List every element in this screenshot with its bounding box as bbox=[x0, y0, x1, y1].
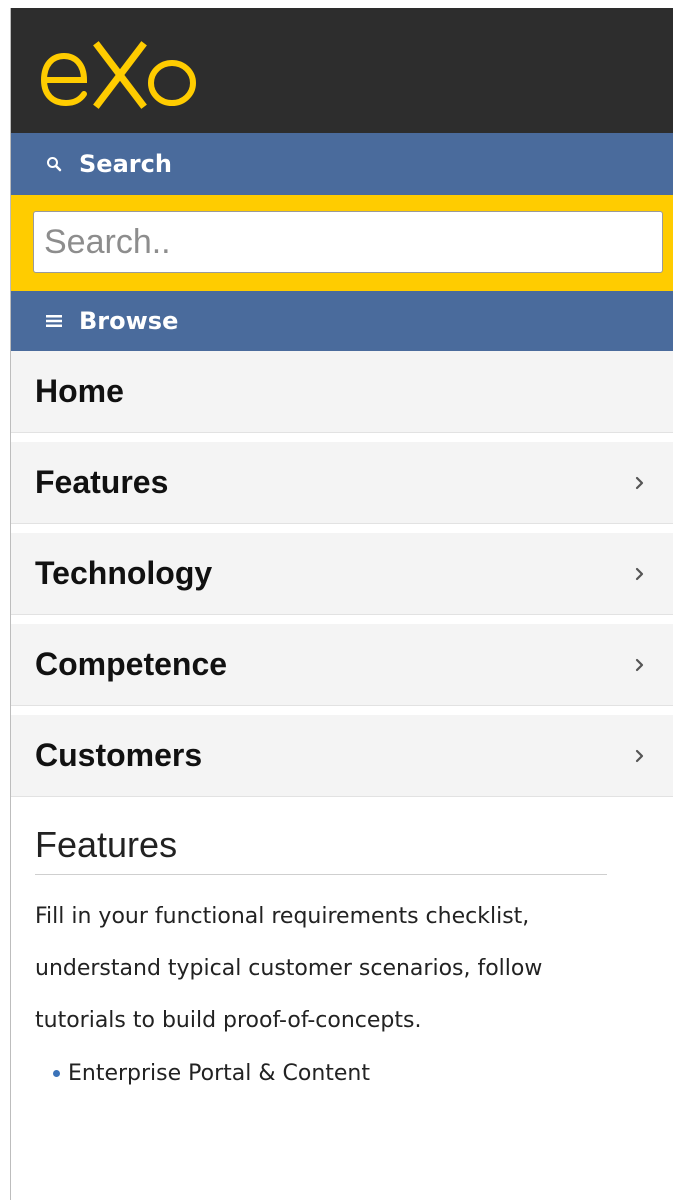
list-item[interactable]: Enterprise Portal & Content bbox=[35, 1061, 673, 1086]
top-header bbox=[11, 8, 673, 133]
list-item-label: Enterprise Portal & Content bbox=[68, 1061, 371, 1086]
nav-item-label: Competence bbox=[35, 646, 228, 682]
exo-logo-icon bbox=[40, 41, 196, 109]
nav-item-competence[interactable]: Competence bbox=[11, 624, 673, 706]
search-icon bbox=[43, 153, 65, 175]
nav-item-label: Features bbox=[35, 464, 169, 500]
nav-item-home[interactable]: Home bbox=[11, 351, 673, 433]
menu-icon bbox=[43, 310, 65, 332]
chevron-right-icon bbox=[635, 658, 644, 671]
bullet-icon bbox=[53, 1070, 60, 1077]
search-section-bar: Search bbox=[11, 133, 673, 195]
search-section-label: Search bbox=[79, 150, 172, 178]
nav-item-label: Home bbox=[35, 373, 124, 409]
exo-logo[interactable] bbox=[40, 38, 200, 114]
browse-section-label: Browse bbox=[79, 307, 179, 335]
content-body: Fill in your functional requirements che… bbox=[35, 904, 543, 1033]
nav-item-label: Customers bbox=[35, 737, 203, 773]
feature-list: Enterprise Portal & Content bbox=[35, 1061, 673, 1086]
nav-item-features[interactable]: Features bbox=[11, 442, 673, 524]
content-area: Features Fill in your functional require… bbox=[11, 806, 673, 1086]
search-input[interactable] bbox=[33, 211, 663, 273]
chevron-right-icon bbox=[635, 567, 644, 580]
browse-section-bar: Browse bbox=[11, 291, 673, 351]
chevron-right-icon bbox=[635, 749, 644, 762]
chevron-right-icon bbox=[635, 476, 644, 489]
nav-item-technology[interactable]: Technology bbox=[11, 533, 673, 615]
nav-item-customers[interactable]: Customers bbox=[11, 715, 673, 797]
nav-item-label: Technology bbox=[35, 555, 213, 591]
browse-nav: Home Features Technology Competence Cust… bbox=[11, 351, 673, 797]
search-box-container bbox=[11, 195, 673, 291]
mobile-page: Search Browse Home Features Technology bbox=[10, 8, 673, 1200]
content-title: Features bbox=[35, 824, 607, 875]
